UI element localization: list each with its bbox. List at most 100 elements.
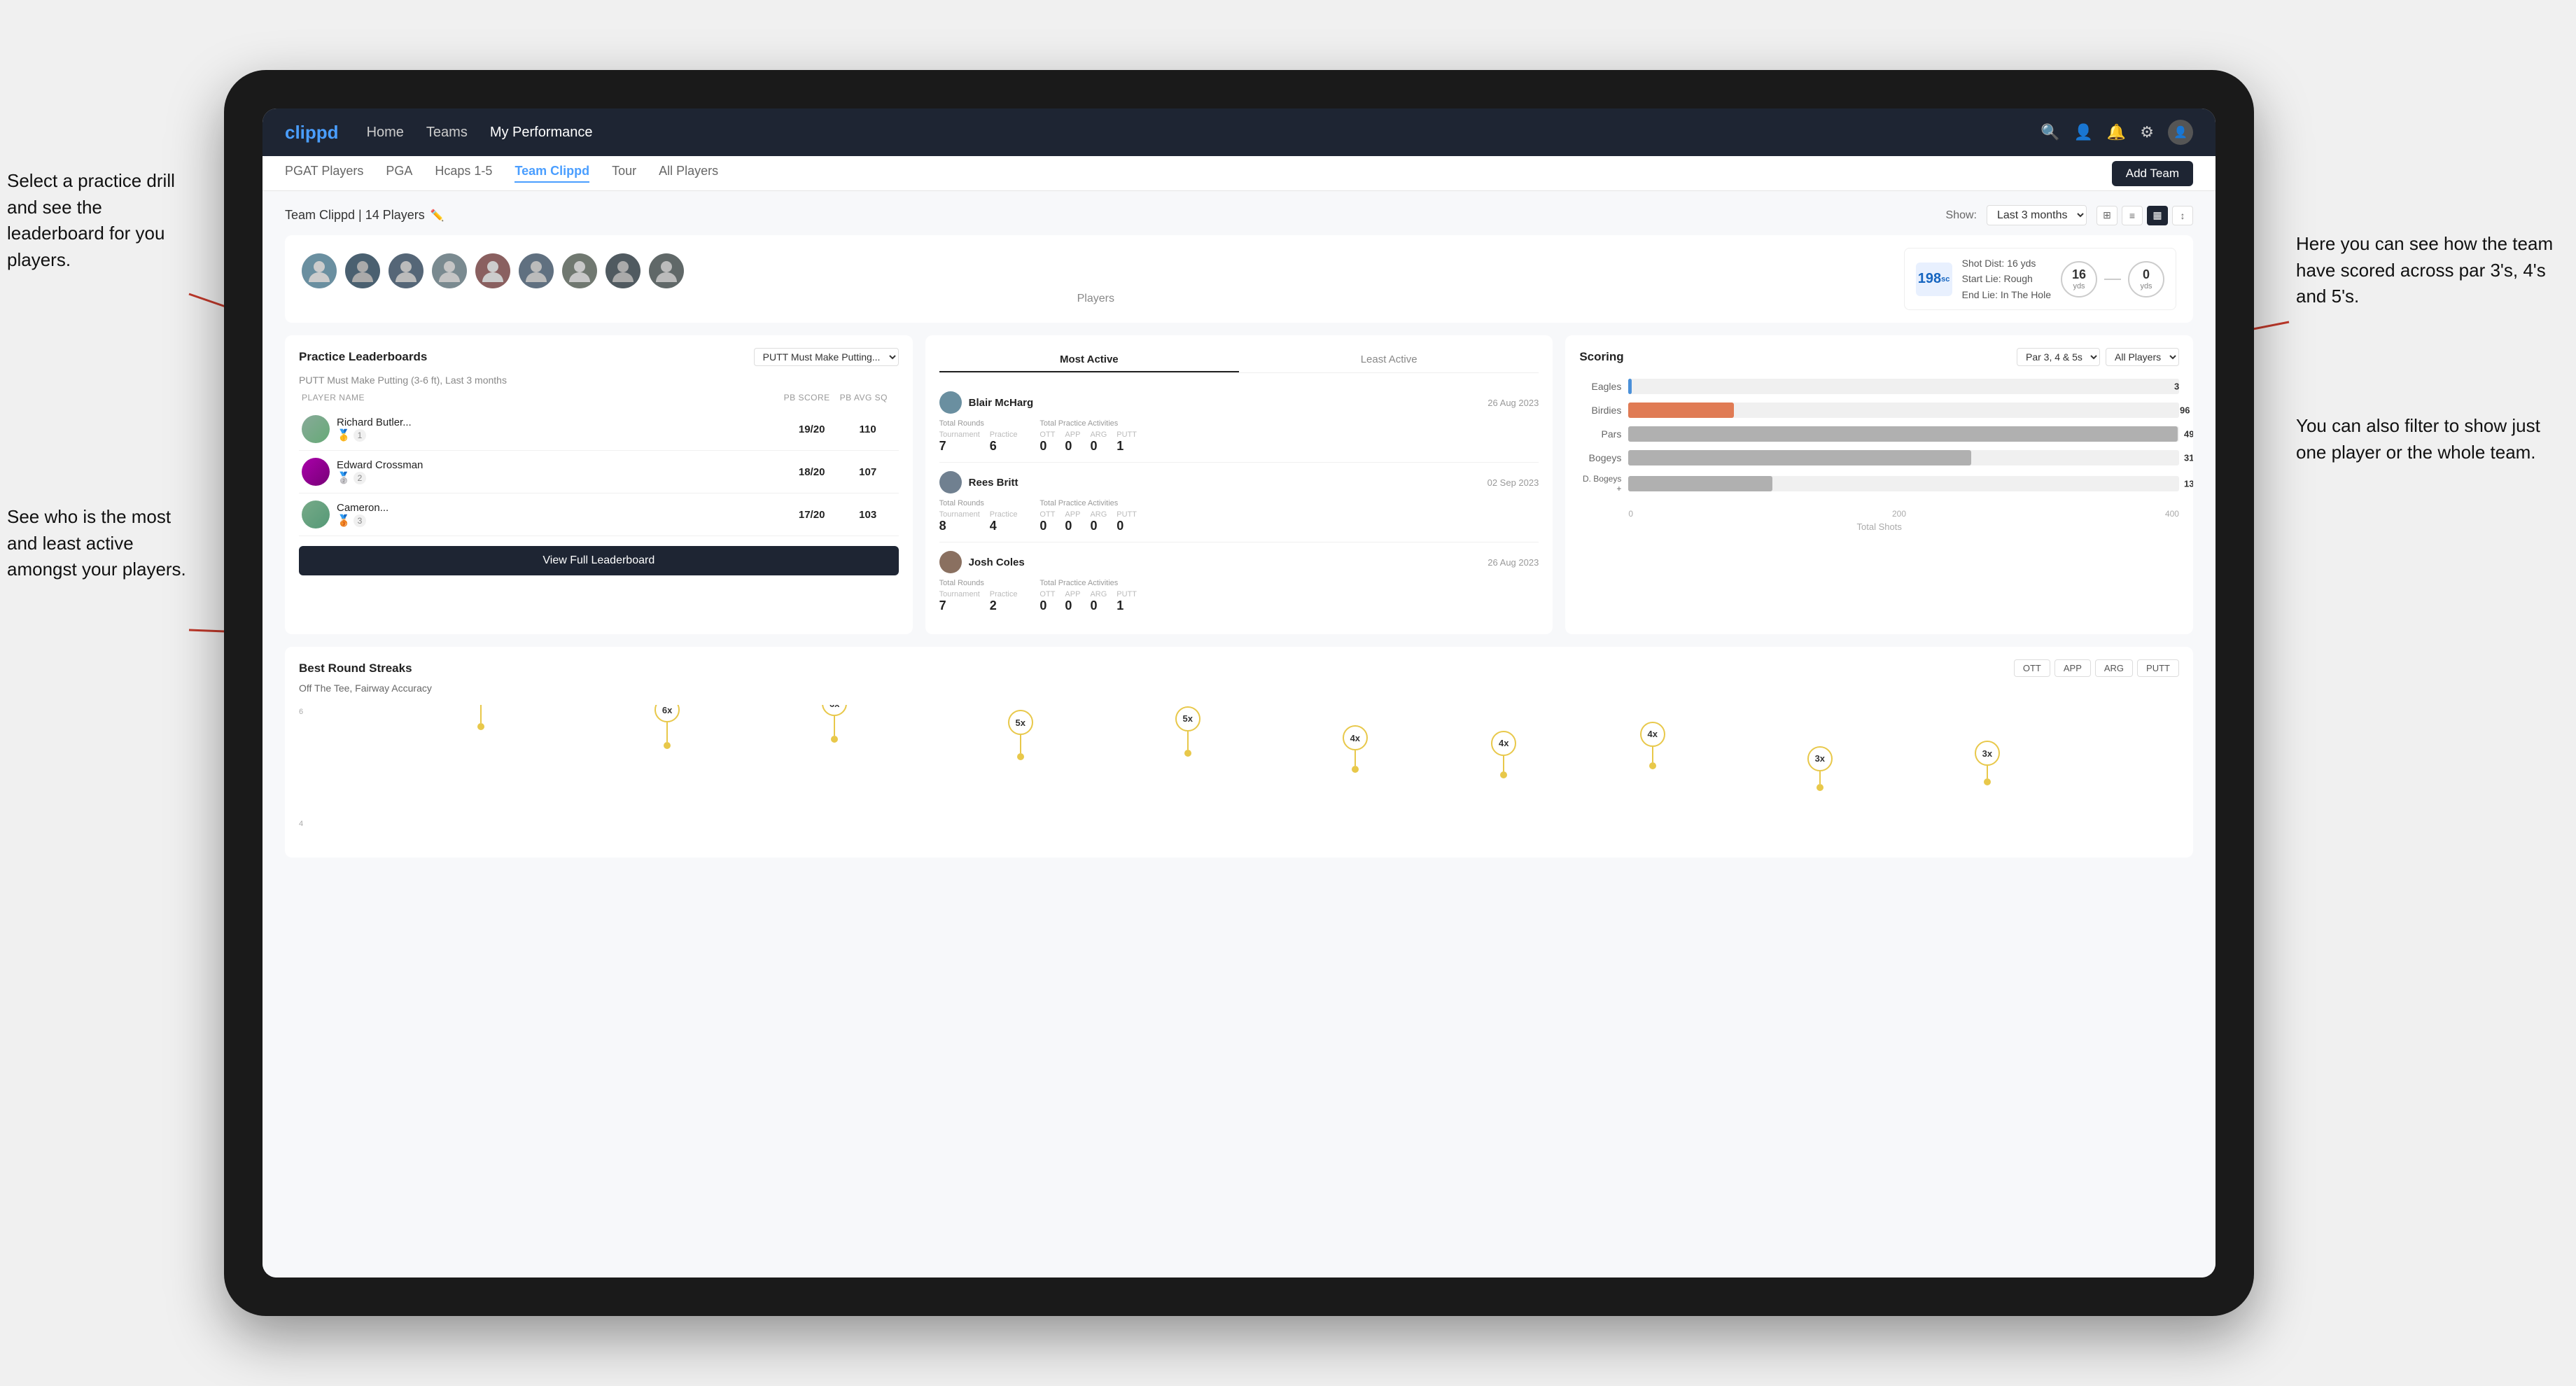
ap-header-3: Josh Coles 26 Aug 2023 [939,551,1539,573]
lb-avatar-3 [302,500,330,528]
lb-badge-num-3: 3 [354,514,366,527]
putt-val-3: 1 [1116,598,1137,613]
practice-val-3: 2 [990,598,1018,613]
sub-nav: PGAT Players PGA Hcaps 1-5 Team Clippd T… [262,156,2216,191]
drill-select[interactable]: PUTT Must Make Putting... [754,348,899,366]
user-icon[interactable]: 👤 [2073,123,2092,141]
subnav-teamclippd[interactable]: Team Clippd [514,164,589,183]
streaks-title: Best Round Streaks [299,662,412,676]
team-header: Team Clippd | 14 Players ✏️ Show: Last 3… [285,205,2193,225]
ap-stats-3: Total Rounds Tournament7 Practice2 Total… [939,579,1539,613]
sub-nav-links: PGAT Players PGA Hcaps 1-5 Team Clippd T… [285,164,2112,183]
ap-stat-group-rounds-3: Total Rounds Tournament7 Practice2 [939,579,1036,613]
lb-player-1: Richard Butler... 🥇 1 [302,415,784,443]
streak-chart: 6 4 7x [299,705,2179,845]
navbar: clippd Home Teams My Performance 🔍 👤 🔔 ⚙… [262,108,2216,156]
bar-label-birdies: Birdies [1579,405,1628,416]
player-avatar-1[interactable] [302,253,337,288]
player-avatar-9[interactable] [649,253,684,288]
view-full-leaderboard-button[interactable]: View Full Leaderboard [299,546,899,575]
streak-badge-3: 6x [822,705,847,716]
player-filter-select[interactable]: All Players [2106,348,2179,366]
practice-val-2: 4 [990,519,1018,533]
subnav-pga[interactable]: PGA [386,164,412,183]
bell-icon[interactable]: 🔔 [2107,123,2126,141]
nav-link-home[interactable]: Home [367,125,404,141]
par-filter-select[interactable]: Par 3, 4 & 5s [2017,348,2100,366]
streaks-btn-putt[interactable]: PUTT [2137,659,2179,677]
team-title: Team Clippd | 14 Players [285,208,425,223]
tournament-val-3: 7 [939,598,980,613]
lb-name-3: Cameron... [337,502,388,514]
activity-player-3: Josh Coles 26 Aug 2023 Total Rounds Tour… [939,542,1539,622]
tab-least-active[interactable]: Least Active [1239,348,1539,372]
streak-dots-area: 7x 6x 6x [320,705,2179,831]
view-list-btn[interactable]: ≡ [2122,206,2143,225]
nav-link-teams[interactable]: Teams [426,125,468,141]
player-avatar-3[interactable] [388,253,424,288]
arg-val-1: 0 [1090,439,1107,454]
lb-badge-num-1: 1 [354,429,366,442]
lb-player-3: Cameron... 🥉 3 [302,500,784,528]
ap-name-row-3: Josh Coles [939,551,1025,573]
activity-card: Most Active Least Active Blair McHarg 26… [925,335,1553,634]
players-row: Players 198 sc Shot Dist: 16 yds Start L… [285,235,2193,323]
lb-player-2: Edward Crossman 🥈 2 [302,458,784,486]
player-avatar-6[interactable] [519,253,554,288]
bar-chart: Eagles 3 Birdies 96 [1579,376,2179,505]
player-avatar-4[interactable] [432,253,467,288]
nav-icons: 🔍 👤 🔔 ⚙ 👤 [2040,120,2193,145]
ap-name-row-1: Blair McHarg [939,391,1034,414]
view-grid-btn[interactable]: ⊞ [2096,206,2118,225]
player-avatar-2[interactable] [345,253,380,288]
streaks-btn-app[interactable]: APP [2054,659,2091,677]
lb-avgsq-1: 110 [840,424,896,435]
player-avatar-5[interactable] [475,253,510,288]
ap-avatar-2 [939,471,962,493]
scoring-filters: Par 3, 4 & 5s All Players [2017,348,2179,366]
nav-link-myperformance[interactable]: My Performance [490,125,593,141]
edit-icon[interactable]: ✏️ [430,209,444,223]
subnav-tour[interactable]: Tour [612,164,636,183]
shot-num: 198 sc [1916,262,1952,296]
leaderboard-subtitle: PUTT Must Make Putting (3-6 ft), Last 3 … [299,374,899,386]
subnav-hcaps[interactable]: Hcaps 1-5 [435,164,492,183]
chart-footer: 0 200 400 [1579,509,2179,519]
app-val-1: 0 [1065,439,1080,454]
streak-dot-9: 3x [1807,746,1833,791]
annotation-bottom-left: See who is the most and least active amo… [7,504,196,583]
ap-name-1: Blair McHarg [969,397,1034,409]
show-select[interactable]: Last 3 months [1987,205,2087,225]
search-icon[interactable]: 🔍 [2040,123,2059,141]
add-team-button[interactable]: Add Team [2112,161,2193,186]
ap-stats-2: Total Rounds Tournament 8 Practice 4 [939,499,1539,533]
view-sort-btn[interactable]: ↕ [2172,206,2193,225]
streaks-btn-ott[interactable]: OTT [2014,659,2050,677]
subnav-allplayers[interactable]: All Players [659,164,718,183]
bar-val-dbogeys: 131 [2184,479,2193,489]
player-avatar-7[interactable] [562,253,597,288]
view-card-btn[interactable]: ▦ [2147,206,2168,225]
tab-most-active[interactable]: Most Active [939,348,1239,372]
bar-row-birdies: Birdies 96 [1579,402,2179,418]
streaks-btn-arg[interactable]: ARG [2095,659,2133,677]
leaderboard-card-header: Practice Leaderboards PUTT Must Make Put… [299,348,899,366]
lb-badge-3: 🥉 3 [337,514,388,528]
nav-links: Home Teams My Performance [367,125,2040,141]
arg-val-2: 0 [1090,519,1107,533]
yds-start-circle: 16 yds [2061,261,2097,298]
annotation-bottom-right: You can also filter to show just one pla… [2296,413,2569,465]
scoring-header: Scoring Par 3, 4 & 5s All Players [1579,348,2179,366]
tournament-val-2: 8 [939,519,980,533]
player-avatar-8[interactable] [606,253,640,288]
ott-val-3: 0 [1040,598,1055,613]
subnav-pgat[interactable]: PGAT Players [285,164,363,183]
streak-badge-5: 5x [1175,706,1200,732]
bar-label-eagles: Eagles [1579,381,1628,392]
view-toggle: ⊞ ≡ ▦ ↕ [2096,206,2193,225]
lb-badge-num-2: 2 [354,472,366,484]
show-label: Show: [1946,209,1977,222]
settings-icon[interactable]: ⚙ [2140,123,2154,141]
avatar[interactable]: 👤 [2168,120,2193,145]
lb-score-3: 17/20 [784,509,840,521]
